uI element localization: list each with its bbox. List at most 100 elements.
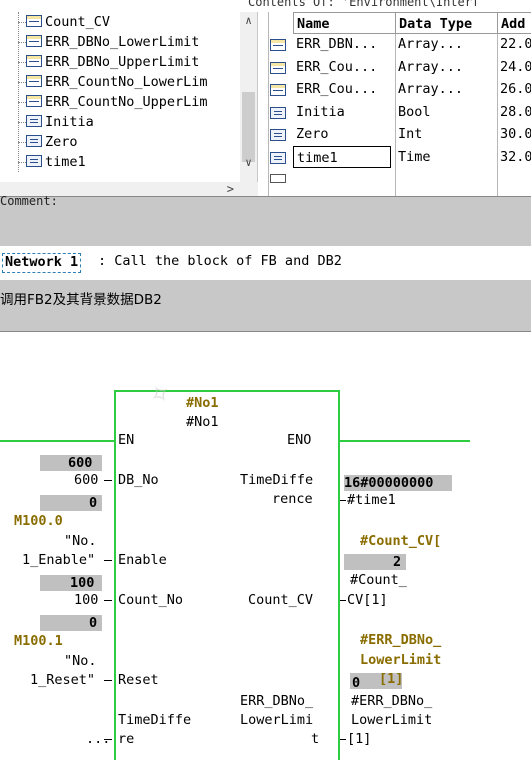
enable-symbol-2[interactable]: 1_Enable" xyxy=(22,552,95,568)
pin-connector xyxy=(104,480,112,481)
watermark: ✧ xyxy=(143,376,179,414)
err-title-2: LowerLimit xyxy=(360,652,442,668)
struct-icon xyxy=(26,95,42,107)
time-param[interactable]: #time1 xyxy=(347,492,396,508)
variable-icon xyxy=(26,115,42,127)
count-cv-title: #Count_CV[ xyxy=(360,533,442,549)
name-edit-field[interactable]: time1 xyxy=(293,146,391,168)
comment-label: Comment: xyxy=(0,194,58,208)
table-cell-name[interactable]: Zero xyxy=(293,123,393,145)
table-cell-type[interactable]: Time xyxy=(395,146,495,168)
count-no-value: 100 xyxy=(70,575,95,591)
column-header-data-type[interactable]: Data Type xyxy=(395,12,498,34)
pin-reset[interactable]: Reset xyxy=(118,672,159,688)
network-header[interactable]: Network 1 : Call the block of FB and DB2 xyxy=(0,246,531,280)
table-cell-type[interactable]: Array... xyxy=(395,78,495,100)
tree-item-err-countno-upperlim[interactable]: ERR_CountNo_UpperLim xyxy=(26,92,208,112)
pin-timedifference-2[interactable]: rence xyxy=(272,491,313,507)
struct-icon xyxy=(26,75,42,87)
scroll-thumb[interactable] xyxy=(242,92,255,162)
table-cell-name[interactable]: ERR_Cou... xyxy=(293,56,393,78)
err-title-3: [1] xyxy=(379,671,404,687)
pin-en[interactable]: EN xyxy=(118,432,134,448)
err-param-1: #ERR_DBNo_ xyxy=(351,693,433,709)
column-header-name[interactable]: Name xyxy=(293,12,396,34)
network-comment-area[interactable]: 调用FB2及其背景数据DB2 xyxy=(0,280,531,332)
struct-icon xyxy=(270,39,286,51)
err-param-3[interactable]: [1] xyxy=(347,731,371,747)
pin-connector xyxy=(340,739,346,740)
tree-connector xyxy=(18,12,19,172)
tree-item-label: ERR_CountNo_LowerLim xyxy=(45,74,208,90)
network-comment[interactable]: 调用FB2及其背景数据DB2 xyxy=(0,288,162,308)
variable-icon xyxy=(270,152,286,164)
contents-header: Contents Of: 'Environment\Interf xyxy=(248,0,480,9)
pin-count-cv[interactable]: Count_CV xyxy=(248,592,313,608)
scroll-up-icon[interactable]: ∧ xyxy=(240,12,257,29)
zero-value: 0 xyxy=(89,615,98,631)
err-monitor-value: 0 xyxy=(352,675,361,691)
table-cell-type[interactable]: Bool xyxy=(395,101,495,123)
count-cv-param-1: #Count_ xyxy=(350,572,407,588)
interface-pane: Contents Of: 'Environment\Interf Count_C… xyxy=(0,0,531,196)
pin-timediff-2[interactable]: re xyxy=(118,731,134,747)
table-cell-name[interactable]: Initia xyxy=(293,101,393,123)
pin-connector xyxy=(340,500,346,501)
table-cell-type[interactable]: Int xyxy=(395,123,495,145)
tree-item-err-dbno-lowerlimit[interactable]: ERR_DBNo_LowerLimit xyxy=(26,32,199,52)
table-cell-type[interactable]: Array... xyxy=(395,33,495,55)
variable-icon xyxy=(26,135,42,147)
power-rail-left xyxy=(0,440,116,442)
tree-item-zero[interactable]: Zero xyxy=(26,132,78,152)
pin-count-no[interactable]: Count_No xyxy=(118,592,183,608)
tree-item-count-cv[interactable]: Count_CV xyxy=(26,12,110,32)
pin-connector xyxy=(104,739,112,740)
pin-db-no[interactable]: DB_No xyxy=(118,472,159,488)
struct-icon xyxy=(26,55,42,67)
scroll-down-icon[interactable]: ∨ xyxy=(240,154,257,171)
err-param-2: LowerLimit xyxy=(351,712,433,728)
block-comment-area[interactable]: Comment: xyxy=(0,194,531,246)
block-border-left xyxy=(114,390,116,760)
time-monitor-value: 16#00000000 xyxy=(344,475,434,491)
network-id[interactable]: Network 1 xyxy=(2,253,82,273)
table-cell-name[interactable]: ERR_Cou... xyxy=(293,78,393,100)
struct-icon xyxy=(26,35,42,47)
instance-db-label[interactable]: #No1 xyxy=(186,395,219,411)
tree-item-err-countno-lowerlim[interactable]: ERR_CountNo_LowerLim xyxy=(26,72,208,92)
tree-item-label: ERR_DBNo_LowerLimit xyxy=(45,34,200,50)
err-title-1: #ERR_DBNo_ xyxy=(360,632,442,648)
reset-symbol-2[interactable]: 1_Reset" xyxy=(30,672,95,688)
variable-icon xyxy=(270,107,286,119)
scroll-right-icon[interactable]: > xyxy=(227,182,234,196)
count-cv-param-2[interactable]: CV[1] xyxy=(347,592,388,608)
block-border-top xyxy=(114,390,340,392)
pin-enable[interactable]: Enable xyxy=(118,552,167,568)
table-cell-name[interactable]: ERR_DBN... xyxy=(293,33,393,55)
tree-vertical-scrollbar[interactable]: ∧ ∨ xyxy=(240,12,257,182)
pin-err-dbno-3[interactable]: t xyxy=(311,731,319,747)
tree-item-label: ERR_CountNo_UpperLim xyxy=(45,94,208,110)
new-row-icon[interactable] xyxy=(270,174,286,183)
ladder-diagram[interactable]: #No1 #No1 EN ENO 600 600 DB_No 0 M100.0 … xyxy=(0,340,531,760)
db-no-param[interactable]: 600 xyxy=(74,472,98,488)
tree-item-time1[interactable]: time1 xyxy=(26,152,86,172)
count-cv-index: 2 xyxy=(393,554,402,570)
db-no-value: 600 xyxy=(68,455,93,471)
table-grid-line xyxy=(268,12,269,196)
tree-item-label: time1 xyxy=(45,154,86,170)
tree-item-initia[interactable]: Initia xyxy=(26,112,94,132)
count-no-param[interactable]: 100 xyxy=(74,592,98,608)
table-cell-address: 24.0 xyxy=(500,59,531,75)
variable-table[interactable]: Name Data Type Add ERR_DBN... Array... 2… xyxy=(268,12,531,196)
zero-value: 0 xyxy=(89,495,98,511)
tree-item-err-dbno-upperlimit[interactable]: ERR_DBNo_UpperLimit xyxy=(26,52,199,72)
table-cell-type[interactable]: Array... xyxy=(395,56,495,78)
table-cell-address: 28.0 xyxy=(500,104,531,120)
network-title[interactable]: : Call the block of FB and DB2 xyxy=(98,253,342,270)
interface-tree[interactable]: Count_CV ERR_DBNo_LowerLimit ERR_DBNo_Up… xyxy=(0,12,258,196)
column-header-address[interactable]: Add xyxy=(497,12,531,34)
pin-eno[interactable]: ENO xyxy=(287,432,311,448)
table-cell-address: 26.0 xyxy=(500,81,531,97)
pin-connector xyxy=(104,600,112,601)
